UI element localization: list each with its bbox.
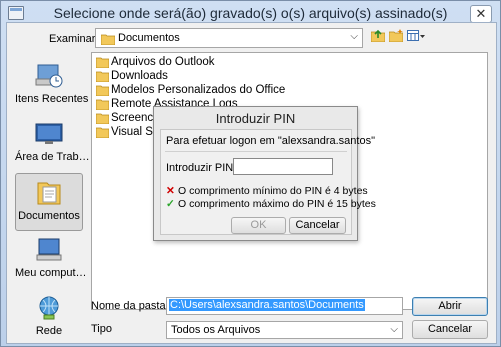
folder-icon (96, 127, 109, 138)
cancel-button[interactable]: Cancelar (412, 320, 488, 339)
desktop-icon (35, 123, 63, 144)
pin-max-length-rule: ✓ O comprimento máximo do PIN é 15 bytes (166, 198, 376, 210)
places-bar: Itens Recentes Área de Trab… Documentos … (7, 57, 90, 347)
place-desktop[interactable]: Área de Trab… (15, 115, 90, 173)
place-label: Rede (35, 325, 63, 337)
documents-folder-icon (101, 34, 115, 45)
place-label: Itens Recentes (15, 93, 89, 105)
file-type-value: Todos os Arquivos (171, 324, 261, 336)
place-label: Documentos (18, 210, 80, 222)
place-documents[interactable]: Documentos (15, 173, 83, 231)
place-network[interactable]: Rede (15, 289, 83, 347)
pin-input[interactable] (233, 158, 333, 175)
view-menu-icon[interactable] (407, 29, 425, 42)
file-name-input[interactable]: C:\Users\alexsandra.santos\Documents (166, 297, 403, 315)
pin-label: Introduzir PIN: (166, 162, 237, 174)
file-name: Modelos Personalizados do Office (111, 84, 286, 96)
look-in-label: Examinar (49, 33, 96, 45)
look-in-combo[interactable]: Documentos ⌵ (95, 28, 363, 48)
look-in-value: Documentos (118, 32, 180, 44)
computer-icon (36, 238, 62, 261)
folder-icon (96, 99, 109, 110)
network-icon (39, 296, 59, 320)
x-mark-icon: ✕ (166, 185, 175, 197)
pin-min-length-rule: ✕ O comprimento mínimo do PIN é 4 bytes (166, 185, 368, 197)
place-label: Meu comput… (15, 267, 87, 279)
file-type-combo[interactable]: Todos os Arquivos ⌵ (166, 321, 403, 339)
chevron-down-icon: ⌵ (390, 324, 398, 335)
place-label: Área de Trab… (15, 151, 90, 163)
window-title: Selecione onde será(ão) gravado(s) o(s) … (53, 5, 448, 21)
pin-dialog: Introduzir PIN Para efetuar logon em "al… (153, 106, 376, 241)
close-button[interactable]: ✕ (470, 5, 492, 23)
ok-button[interactable]: OK (231, 217, 286, 234)
folder-icon (96, 71, 109, 82)
pin-prompt: Para efetuar logon em "alexsandra.santos… (166, 135, 375, 147)
pin-dialog-body: Para efetuar logon em "alexsandra.santos… (160, 129, 376, 235)
file-name: Downloads (111, 70, 168, 82)
documents-icon (37, 182, 61, 205)
folder-icon (96, 113, 109, 124)
file-chooser-window: Selecione onde será(ão) gravado(s) o(s) … (0, 0, 501, 347)
folder-icon (96, 85, 109, 96)
rule-text: O comprimento máximo do PIN é 15 bytes (178, 198, 376, 210)
file-name-value: C:\Users\alexsandra.santos\Documents (169, 299, 365, 311)
up-one-level-icon[interactable] (371, 29, 385, 42)
file-name: Arquivos do Outlook (111, 56, 215, 68)
pin-dialog-title: Introduzir PIN (215, 111, 296, 126)
file-name-label: Nome da pasta: (91, 300, 169, 312)
recent-items-icon (35, 64, 63, 88)
file-type-label: Tipo (91, 323, 112, 335)
folder-icon (96, 57, 109, 68)
open-button[interactable]: Abrir (412, 297, 488, 316)
chevron-down-icon: ⌵ (350, 31, 358, 42)
rule-text: O comprimento mínimo do PIN é 4 bytes (178, 185, 368, 197)
place-computer[interactable]: Meu comput… (15, 231, 87, 289)
pin-cancel-button[interactable]: Cancelar (289, 217, 346, 234)
new-folder-icon[interactable] (389, 29, 403, 42)
check-mark-icon: ✓ (166, 198, 175, 210)
place-recent-items[interactable]: Itens Recentes (15, 57, 89, 115)
divider (165, 151, 347, 152)
